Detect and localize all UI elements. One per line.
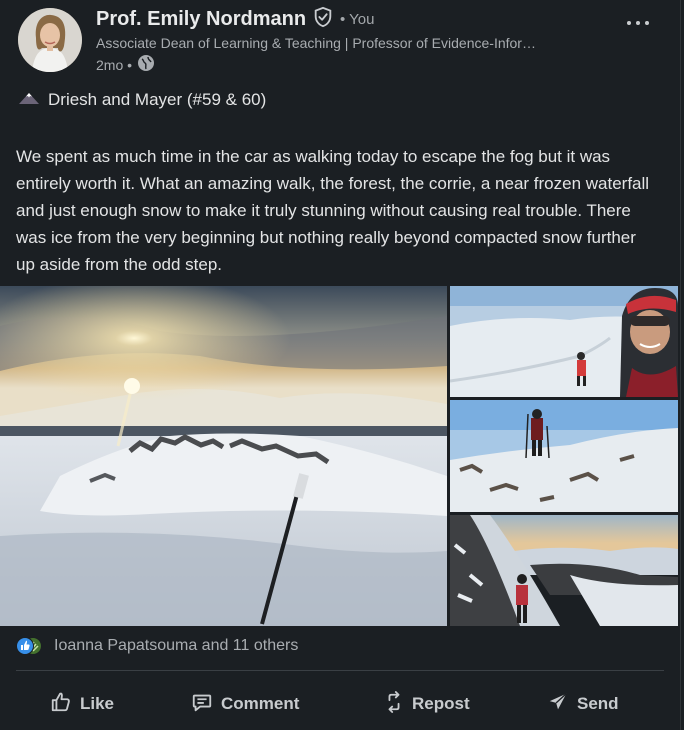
post-card: Prof. Emily Nordmann • You Associate Dea… (0, 0, 681, 730)
comment-label: Comment (221, 694, 300, 713)
post-body: We spent as much time in the car as walk… (16, 147, 650, 274)
like-reaction-icon (16, 637, 48, 655)
photo-corrie-view[interactable] (450, 515, 678, 626)
post-title: Driesh and Mayer (#59 & 60) (18, 90, 266, 110)
verified-icon (312, 6, 334, 33)
send-button[interactable]: Send (547, 680, 619, 728)
repost-icon (384, 690, 404, 718)
more-icon[interactable] (626, 8, 650, 34)
post-meta: 2mo • (96, 54, 155, 75)
reactions-text[interactable]: Ioanna Papatsouma and 11 others (54, 637, 298, 655)
send-icon (547, 691, 569, 718)
comment-icon (191, 691, 213, 718)
photo-walker-ridge[interactable] (450, 400, 678, 512)
divider (16, 670, 664, 671)
avatar[interactable] (18, 8, 82, 72)
mountain-icon (18, 90, 40, 110)
post-time: 2mo • (96, 56, 133, 73)
repost-button[interactable]: Repost (384, 680, 470, 728)
like-icon (50, 691, 72, 718)
globe-icon (137, 54, 155, 75)
post-title-text: Driesh and Mayer (#59 & 60) (48, 90, 267, 109)
send-label: Send (577, 694, 619, 713)
action-bar: Like Comment Repost Send (0, 680, 680, 728)
photo-summit-sun[interactable] (0, 286, 447, 626)
author-name[interactable]: Prof. Emily Nordmann (96, 8, 306, 31)
author-headline: Associate Dean of Learning & Teaching | … (96, 35, 536, 51)
repost-label: Repost (412, 694, 470, 713)
connection-degree: • You (340, 11, 375, 28)
author-row: Prof. Emily Nordmann • You (96, 6, 375, 33)
reactions-summary[interactable]: Ioanna Papatsouma and 11 others (16, 637, 298, 655)
photo-selfie-track[interactable] (450, 286, 678, 397)
photo-grid (0, 286, 678, 626)
comment-button[interactable]: Comment (191, 680, 299, 728)
like-button[interactable]: Like (50, 680, 114, 728)
like-label: Like (80, 694, 115, 713)
